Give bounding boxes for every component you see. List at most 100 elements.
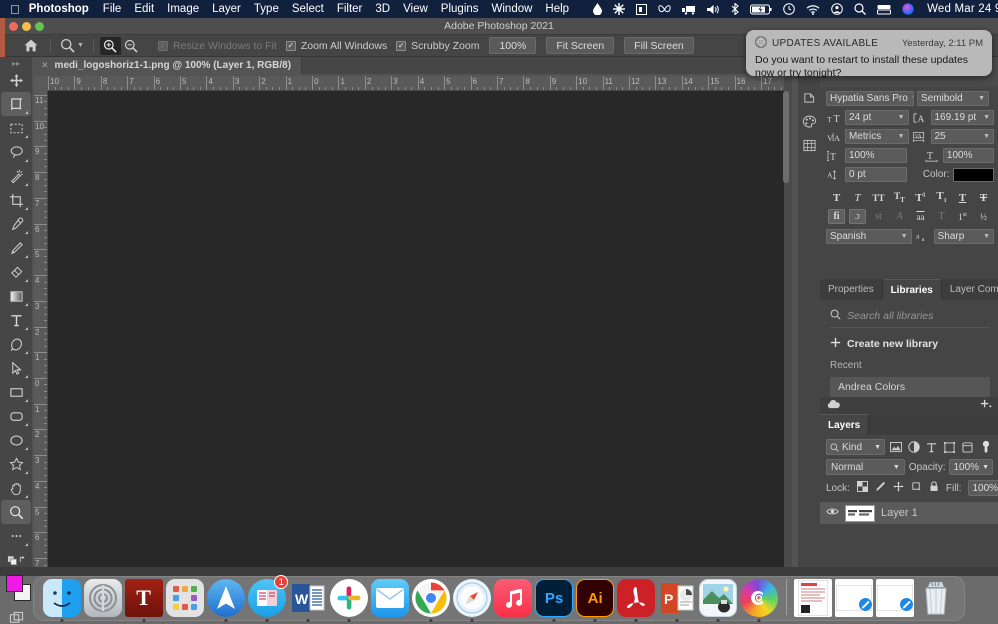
menu-plugins[interactable]: Plugins <box>441 3 479 15</box>
checkbox-box[interactable]: ✓ <box>158 41 168 51</box>
dock-item-spark-mail[interactable] <box>206 577 245 617</box>
foreground-color-swatch[interactable] <box>6 575 23 592</box>
italic-icon[interactable]: T <box>849 190 866 205</box>
tool-flyout-indicator[interactable] <box>25 231 28 234</box>
all-caps-icon[interactable]: TT <box>870 190 887 205</box>
dock-item-microsoft-powerpoint[interactable]: P <box>658 577 697 617</box>
macos-notification[interactable]: UPDATES AVAILABLE Yesterday, 2:11 PM Do … <box>746 30 992 76</box>
chevron-down-icon[interactable]: ▼ <box>975 95 985 102</box>
magic-wand-tool[interactable] <box>1 164 31 188</box>
color-swatches-icon[interactable] <box>798 109 820 133</box>
resize-windows-to-fit-checkbox[interactable]: ✓ Resize Windows to Fit <box>158 40 277 52</box>
custom-shape-tool[interactable] <box>1 452 31 476</box>
chevron-down-icon[interactable]: ▼ <box>980 114 990 121</box>
grid-properties-icon[interactable] <box>798 133 820 157</box>
library-item-andrea-colors[interactable]: Andrea Colors <box>830 377 990 397</box>
horizontal-ruler[interactable]: 109876543210123456789101112131415161718 <box>34 76 784 91</box>
menu-type[interactable]: Type <box>254 3 279 15</box>
dock-item-creative-cloud[interactable] <box>740 577 779 617</box>
menu-photoshop[interactable]: Photoshop <box>29 3 89 15</box>
titling-alternates-icon[interactable]: aa <box>912 209 929 224</box>
menu-window[interactable]: Window <box>492 3 533 15</box>
underline-icon[interactable]: T <box>954 190 971 205</box>
tool-flyout-indicator[interactable] <box>25 447 28 450</box>
menu-filter[interactable]: Filter <box>337 3 363 15</box>
vertical-ruler[interactable]: 111098765432101234567 <box>34 91 48 567</box>
panel-icon[interactable] <box>636 4 647 15</box>
checkbox-box[interactable]: ✓ <box>286 41 296 51</box>
battery-icon[interactable] <box>750 4 772 15</box>
adjustment-filter-icon[interactable] <box>906 439 921 455</box>
eye-icon[interactable] <box>826 507 839 519</box>
layer-filter-kind-select[interactable]: Kind ▼ <box>826 439 885 455</box>
dock-item-apple-mail[interactable] <box>370 577 409 617</box>
fill-screen-button[interactable]: Fill Screen <box>624 37 694 54</box>
font-style-select[interactable]: Semibold ▼ <box>917 91 989 106</box>
menu-file[interactable]: File <box>103 3 122 15</box>
display-icon[interactable] <box>877 4 891 15</box>
chevron-down-icon[interactable]: ▼ <box>895 114 905 121</box>
lock-all-icon[interactable] <box>929 481 939 495</box>
swash-icon[interactable]: A <box>891 209 908 224</box>
zoom-out-button[interactable] <box>121 37 142 55</box>
strikethrough-icon[interactable]: T <box>975 190 992 205</box>
layer-thumbnail[interactable] <box>845 505 875 522</box>
dock-item-adobe-acrobat[interactable] <box>617 577 656 617</box>
smart-object-filter-icon[interactable] <box>960 439 975 455</box>
ellipse-tool[interactable] <box>1 428 31 452</box>
scrubby-zoom-checkbox[interactable]: ✓ Scrubby Zoom <box>396 40 479 52</box>
dock-item-apple-music[interactable] <box>494 577 533 617</box>
tool-flyout-indicator[interactable] <box>25 279 28 282</box>
bluetooth-icon[interactable] <box>731 3 739 15</box>
table-row[interactable]: Layer 1 <box>820 502 998 524</box>
tool-flyout-indicator[interactable] <box>25 159 28 162</box>
dock-item-safari[interactable] <box>452 577 491 617</box>
tool-flyout-indicator[interactable] <box>25 183 28 186</box>
chevron-down-icon[interactable]: ▼ <box>980 233 990 240</box>
tool-flyout-indicator[interactable] <box>25 135 28 138</box>
chevron-down-icon[interactable]: ▼ <box>980 133 990 140</box>
clock-icon[interactable] <box>783 3 795 15</box>
filter-toggle-icon[interactable] <box>978 439 993 455</box>
rectangle-tool[interactable] <box>1 380 31 404</box>
home-icon[interactable] <box>18 36 44 56</box>
cloud-icon[interactable] <box>826 399 841 412</box>
zoom-tool[interactable] <box>1 500 31 524</box>
crop-tool[interactable] <box>1 188 31 212</box>
tool-flyout-indicator[interactable] <box>25 255 28 258</box>
lock-position-icon[interactable] <box>893 481 904 495</box>
chevron-down-icon[interactable]: ▼ <box>908 95 914 102</box>
eraser-tool[interactable] <box>1 260 31 284</box>
dock-item-slack[interactable] <box>329 577 368 617</box>
standard-ligatures-icon[interactable]: fi <box>828 209 845 224</box>
shape-filter-icon[interactable] <box>942 439 957 455</box>
small-caps-icon[interactable]: TT <box>891 190 908 205</box>
more-tools[interactable] <box>1 524 31 548</box>
stylistic-alternates-icon[interactable]: T <box>933 209 950 224</box>
volume-icon[interactable] <box>707 4 720 15</box>
lock-transparent-icon[interactable] <box>857 481 868 495</box>
dock-item-google-chrome[interactable] <box>411 577 450 617</box>
hand-tool[interactable] <box>1 476 31 500</box>
dock-item-todoist[interactable]: T <box>124 577 163 617</box>
apple-icon[interactable]:  <box>10 3 20 16</box>
font-size-input[interactable]: 24 pt ▼ <box>845 110 909 125</box>
search-icon[interactable] <box>854 3 866 15</box>
superscript-icon[interactable]: T1 <box>912 190 929 205</box>
tool-flyout-indicator[interactable] <box>25 423 28 426</box>
language-select[interactable]: Spanish ▼ <box>826 229 912 244</box>
lock-artboard-icon[interactable] <box>911 481 922 495</box>
ordinals-icon[interactable]: 1st <box>954 209 971 224</box>
canvas-scrollbar-vertical[interactable] <box>783 91 789 183</box>
dock-item-trash[interactable] <box>917 577 956 617</box>
dock-item-adobe-illustrator[interactable]: Ai <box>576 577 615 617</box>
fill-input[interactable]: 100% ▼ <box>968 480 998 496</box>
tab-layer-comps[interactable]: Layer Comps <box>942 279 998 300</box>
marquee-tool[interactable] <box>1 116 31 140</box>
rounded-rectangle-tool[interactable] <box>1 404 31 428</box>
checkbox-box[interactable]: ✓ <box>396 41 406 51</box>
create-new-library-button[interactable]: Create new library <box>830 337 998 351</box>
artboard-tool[interactable] <box>1 92 31 116</box>
eyedropper-tool[interactable] <box>1 212 31 236</box>
add-icon[interactable] <box>980 399 992 413</box>
